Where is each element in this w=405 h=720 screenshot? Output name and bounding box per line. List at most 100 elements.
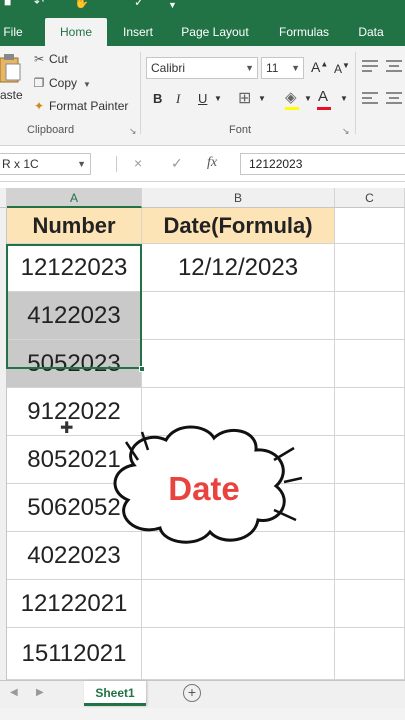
- paste-icon[interactable]: [0, 54, 22, 84]
- plus-circle-icon[interactable]: +: [183, 684, 201, 702]
- font-size-select[interactable]: 11 ▼: [261, 57, 304, 79]
- sheet-tab-bar: ◀ ▶ Sheet1 +: [0, 680, 405, 708]
- decrease-font-button[interactable]: A▼: [334, 61, 350, 76]
- paste-label[interactable]: aste: [0, 88, 23, 102]
- empty-cell[interactable]: [335, 628, 405, 680]
- format-painter-label: Format Painter: [49, 99, 129, 113]
- font-color-dropdown-icon[interactable]: ▼: [340, 94, 348, 103]
- empty-cell[interactable]: [335, 388, 405, 436]
- font-size-value: 11: [266, 61, 279, 75]
- callout-label: Date: [168, 470, 240, 507]
- date-cell[interactable]: [142, 628, 335, 680]
- column-header-c[interactable]: C: [335, 188, 405, 208]
- column-header-b[interactable]: B: [142, 188, 335, 208]
- font-color-button[interactable]: A: [318, 88, 328, 105]
- column-header-a[interactable]: A: [7, 188, 142, 208]
- name-box-value: R x 1C: [2, 157, 39, 171]
- decrease-font-label: A: [334, 62, 343, 76]
- copy-icon: ❐: [33, 76, 45, 90]
- tab-home[interactable]: Home: [45, 18, 107, 46]
- cut-button[interactable]: ✂ Cut: [32, 52, 68, 66]
- scissors-icon: ✂: [33, 52, 45, 66]
- paintbrush-icon: ✦: [33, 99, 45, 113]
- font-group-label: Font: [229, 124, 252, 136]
- empty-cell[interactable]: [335, 208, 405, 244]
- chevron-down-icon: ▼: [77, 159, 86, 169]
- fill-color-swatch: [285, 107, 299, 110]
- tab-formulas[interactable]: Formulas: [268, 18, 340, 46]
- selection-range: [6, 244, 142, 369]
- touch-mode-icon[interactable]: ✋: [74, 0, 89, 8]
- bold-button[interactable]: B: [153, 91, 162, 106]
- fill-handle[interactable]: [139, 366, 145, 372]
- borders-dropdown-icon[interactable]: ▼: [258, 94, 266, 103]
- sheet-prev-icon[interactable]: ◀: [10, 687, 18, 698]
- copy-dropdown-icon[interactable]: ▼: [83, 80, 91, 89]
- underline-button[interactable]: U: [198, 91, 207, 106]
- font-name-select[interactable]: Calibri ▼: [146, 57, 258, 79]
- format-painter-button[interactable]: ✦ Format Painter: [32, 99, 128, 113]
- tab-page-layout[interactable]: Page Layout: [172, 18, 258, 46]
- empty-cell[interactable]: [335, 244, 405, 292]
- align-center-icon[interactable]: [386, 92, 402, 104]
- copy-button[interactable]: ❐ Copy ▼: [32, 76, 91, 90]
- empty-cell[interactable]: [335, 532, 405, 580]
- copy-label: Copy: [49, 76, 78, 90]
- formula-bar-divider: [116, 156, 117, 172]
- checkmark-icon[interactable]: ✓: [134, 0, 144, 8]
- increase-font-button[interactable]: A▲: [311, 59, 328, 75]
- ribbon-home: aste ✂ Cut ❐ Copy ▼ ✦ Format Painter Clipboa…: [0, 46, 405, 146]
- align-top-icon[interactable]: [362, 60, 378, 72]
- insert-function-icon[interactable]: fx: [207, 155, 217, 171]
- select-all-corner[interactable]: [0, 188, 7, 208]
- fill-color-dropdown-icon[interactable]: ▼: [304, 94, 312, 103]
- formula-bar: R x 1C ▼ × ✓ fx 12122023: [0, 146, 405, 182]
- ribbon-separator: [355, 52, 356, 134]
- clipboard-group-label: Clipboard: [27, 124, 75, 136]
- cut-label: Cut: [49, 52, 68, 66]
- date-cell[interactable]: [142, 580, 335, 628]
- borders-icon[interactable]: ⊞: [238, 88, 251, 108]
- tab-insert[interactable]: Insert: [114, 18, 162, 46]
- cancel-icon[interactable]: ×: [134, 155, 142, 171]
- quick-access-toolbar: ■ ↶ ✋ ✓ ▼: [0, 0, 405, 14]
- tab-file[interactable]: File: [0, 18, 26, 46]
- table-header-number[interactable]: Number: [7, 208, 142, 244]
- italic-button[interactable]: I: [176, 91, 180, 107]
- empty-cell[interactable]: [335, 292, 405, 340]
- empty-cell[interactable]: [335, 340, 405, 388]
- fill-color-icon[interactable]: ◈: [285, 88, 297, 106]
- status-bar: [0, 708, 405, 720]
- ribbon-separator: [140, 52, 141, 134]
- date-cell[interactable]: [142, 292, 335, 340]
- align-middle-icon[interactable]: [386, 60, 402, 72]
- name-box[interactable]: R x 1C ▼: [0, 153, 91, 175]
- chevron-down-icon: ▼: [291, 63, 300, 73]
- increase-font-label: A: [311, 59, 321, 75]
- font-launcher-icon[interactable]: ↘: [342, 126, 350, 137]
- formula-input[interactable]: 12122023: [240, 153, 405, 175]
- customize-dropdown-icon[interactable]: ▼: [168, 0, 177, 11]
- clipboard-launcher-icon[interactable]: ↘: [129, 126, 137, 137]
- chevron-down-icon: ▼: [245, 63, 254, 73]
- date-cell[interactable]: [142, 340, 335, 388]
- font-color-swatch: [317, 107, 331, 110]
- table-header-date[interactable]: Date(Formula): [142, 208, 335, 244]
- align-left-icon[interactable]: [362, 92, 378, 104]
- empty-cell[interactable]: [335, 436, 405, 484]
- ribbon-tab-bar: File Home Insert Page Layout Formulas Da…: [0, 14, 405, 46]
- sheet-tab-sheet1[interactable]: Sheet1: [84, 681, 146, 706]
- cell-cursor-icon: ✚: [60, 420, 74, 437]
- font-name-value: Calibri: [151, 61, 186, 75]
- number-cell[interactable]: 12122021: [7, 580, 142, 628]
- date-cell[interactable]: 12/12/2023: [142, 244, 335, 292]
- undo-icon[interactable]: ↶: [34, 0, 44, 8]
- sheet-next-icon[interactable]: ▶: [36, 687, 44, 698]
- empty-cell[interactable]: [335, 580, 405, 628]
- number-cell[interactable]: 15112021: [7, 628, 142, 680]
- underline-dropdown-icon[interactable]: ▼: [214, 94, 222, 103]
- enter-icon[interactable]: ✓: [171, 155, 183, 172]
- empty-cell[interactable]: [335, 484, 405, 532]
- save-icon[interactable]: ■: [4, 0, 11, 8]
- tab-data[interactable]: Data: [350, 18, 392, 46]
